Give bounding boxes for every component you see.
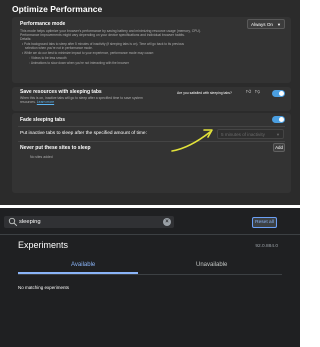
performance-mode-dropdown[interactable]: Always On ▼ <box>247 19 285 29</box>
thumbs-down-icon[interactable]: 👎︎ <box>255 89 260 95</box>
sleep-after-value: 5 minutes of inactivity <box>221 131 265 137</box>
version-label: 92.0.884.0 <box>255 244 278 249</box>
optimize-performance-panel: Optimize Performance Performance mode Al… <box>0 0 300 205</box>
learn-more-link[interactable]: Learn more <box>37 100 54 104</box>
chevron-down-icon: ▼ <box>277 21 281 27</box>
performance-mode-title: Performance mode <box>20 21 66 27</box>
no-sites-text: No sites added <box>30 155 53 159</box>
experiments-page: × Reset all Experiments 92.0.884.0 Avail… <box>0 208 300 347</box>
reset-all-button[interactable]: Reset all <box>252 217 277 228</box>
fade-sleeping-tabs-title: Fade sleeping tabs <box>20 117 66 123</box>
sub-bullet-point: ◦ Animations to slow down when you're no… <box>29 61 129 65</box>
clear-search-icon[interactable]: × <box>163 218 171 226</box>
tab-divider <box>18 274 282 275</box>
performance-mode-value: Always On <box>251 21 273 27</box>
sleeping-tabs-options-card: Fade sleeping tabs Put inactive tabs to … <box>12 113 291 193</box>
annotation-arrow-icon <box>171 129 213 152</box>
performance-mode-description: This mode helps optimize your browser's … <box>20 29 201 42</box>
tab-available[interactable]: Available <box>71 262 95 268</box>
sleeping-tabs-title: Save resources with sleeping tabs <box>20 89 102 95</box>
empty-results-text: No matching experiments <box>18 285 70 290</box>
section-title: Optimize Performance <box>12 4 103 14</box>
fade-sleeping-tabs-toggle[interactable] <box>272 116 285 123</box>
search-icon <box>8 217 18 227</box>
add-site-button[interactable]: Add <box>273 143 285 152</box>
performance-mode-card: Performance mode Always On ▼ This mode h… <box>12 17 291 83</box>
sleep-after-dropdown[interactable]: 5 minutes of inactivity ▼ <box>217 129 284 139</box>
sleeping-tabs-card: Save resources with sleeping tabs When t… <box>12 87 291 111</box>
divider <box>18 126 285 127</box>
feedback-prompt: Are you satisfied with sleeping tabs? <box>177 91 232 95</box>
bullet-point: • While we do our best to minimize impac… <box>22 51 154 55</box>
thumbs-up-icon[interactable]: 👍︎ <box>246 89 251 95</box>
divider <box>18 141 285 142</box>
page-title: Experiments <box>18 240 69 250</box>
header-divider <box>0 234 300 235</box>
sleep-after-label: Put inactive tabs to sleep after the spe… <box>20 131 147 136</box>
tab-unavailable[interactable]: Unavailable <box>196 262 227 268</box>
sleeping-tabs-description: When this is on, inactive tabs will go t… <box>20 96 143 105</box>
sleeping-tabs-toggle[interactable] <box>272 90 285 97</box>
bullet-continuation: selection when you're not in performance… <box>25 46 93 50</box>
sub-bullet-point: ◦ Videos to be less smooth <box>29 56 67 60</box>
chevron-down-icon: ▼ <box>276 131 280 137</box>
search-input[interactable] <box>19 217 154 227</box>
never-sleep-title: Never put these sites to sleep <box>20 145 91 151</box>
search-bar[interactable]: × <box>4 216 174 228</box>
toggle-knob <box>279 117 284 122</box>
toggle-knob <box>279 91 284 96</box>
